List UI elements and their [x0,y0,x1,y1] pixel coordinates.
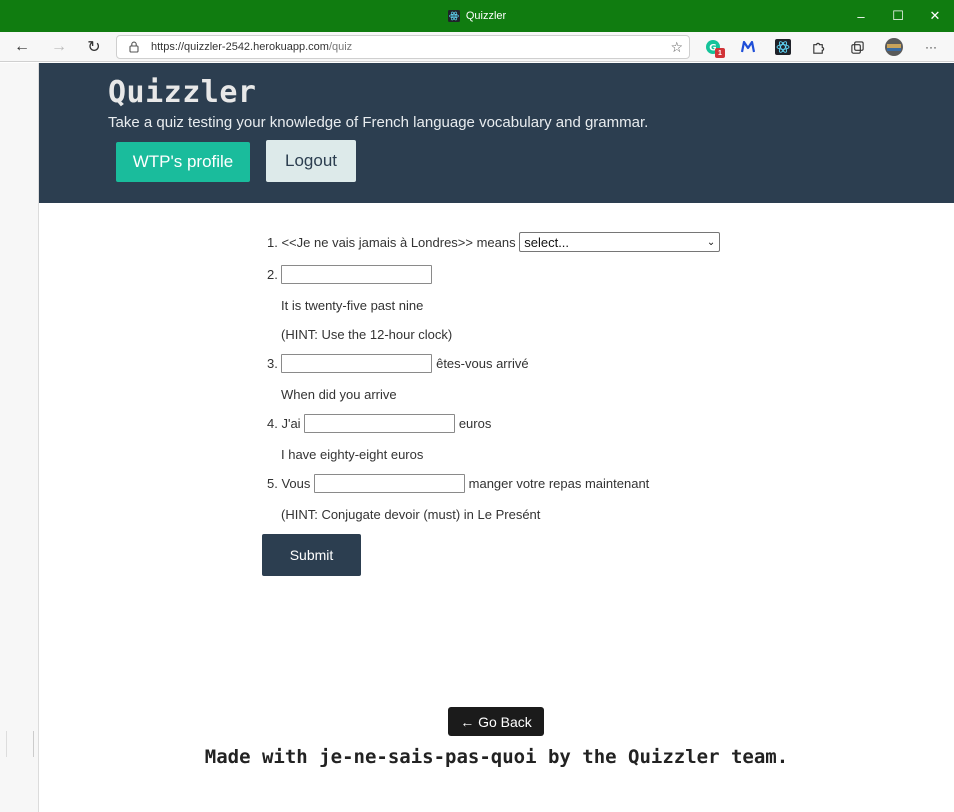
profile-button[interactable]: WTP's profile [116,142,250,182]
question-4: 4. J'ai euros [267,414,491,433]
browser-menu-button[interactable]: ··· [920,36,942,58]
question-prefix: Vous [281,476,311,491]
answer-input[interactable] [281,265,433,284]
question-suffix: euros [458,416,492,431]
page-footer: Made with je-ne-sais-pas-quoi by the Qui… [204,746,789,768]
close-window-button[interactable]: ✕ [917,0,953,32]
question-1: 1. <<Je ne vais jamais à Londres>> means… [267,232,721,252]
profile-avatar[interactable] [883,36,905,58]
question-translation: I have eighty-eight euros [281,447,424,462]
minimize-button[interactable]: – [843,0,879,32]
refresh-button[interactable]: ↻ [81,34,107,60]
page-header: Quizzler Take a quiz testing your knowle… [39,63,954,203]
question-2: 2. [267,265,433,284]
question-5: 5. Vous manger votre repas maintenant [267,474,649,493]
question-suffix: manger votre repas maintenant [468,476,650,491]
react-icon [447,10,460,22]
page-title: Quizzler [108,75,257,110]
maximize-button[interactable]: ☐ [880,0,916,32]
select-value: select... [524,234,570,250]
answer-input[interactable] [281,354,433,373]
extension-badge: 1 [715,48,725,58]
forward-button[interactable]: → [46,34,72,60]
go-back-button[interactable]: ← Go Back [448,707,544,736]
answer-select[interactable]: select... ⌄ [519,232,721,252]
extension-grammarly-icon[interactable]: G 1 [702,36,725,58]
browser-toolbar: ← → ↻ https://quizzler-2542.herokuapp.co… [0,32,954,62]
window-title-text: Quizzler [465,10,507,22]
left-sidebar [0,63,39,812]
page-subtitle: Take a quiz testing your knowledge of Fr… [108,114,649,131]
submit-button[interactable]: Submit [262,534,361,576]
question-translation: When did you arrive [281,387,397,402]
url-text: https://quizzler-2542.herokuapp.com/quiz [151,41,352,53]
extensions-puzzle-icon[interactable] [807,36,829,58]
question-prefix: J'ai [281,416,301,431]
address-bar[interactable]: https://quizzler-2542.herokuapp.com/quiz… [116,35,690,59]
window-titlebar: Quizzler – ☐ ✕ [0,0,954,32]
question-number: 3. [267,356,278,371]
answer-input[interactable] [304,414,456,433]
question-hint: (HINT: Conjugate devoir (must) in Le Pre… [281,507,541,522]
answer-input[interactable] [314,474,466,493]
question-prompt: <<Je ne vais jamais à Londres>> means [281,234,516,250]
window-title: Quizzler [0,0,954,32]
question-hint: (HINT: Use the 12-hour clock) [281,327,453,342]
url-host: https://quizzler-2542.herokuapp.com [151,41,329,53]
lock-icon [129,41,139,53]
chevron-down-icon: ⌄ [706,236,716,248]
extension-react-devtools-icon[interactable] [772,36,794,58]
question-number: 2. [267,267,278,282]
collections-icon[interactable] [846,36,868,58]
question-number: 1. [267,234,278,250]
question-number: 5. [267,476,278,491]
question-3: 3. êtes-vous arrivé [267,354,529,373]
add-favorite-icon[interactable]: ☆ [670,39,683,56]
question-number: 4. [267,416,278,431]
extension-m-icon[interactable] [737,36,759,58]
logout-button[interactable]: Logout [266,140,356,182]
question-suffix: êtes-vous arrivé [436,356,529,371]
url-path: /quiz [328,41,353,53]
question-translation: It is twenty-five past nine [281,298,424,313]
back-button[interactable]: ← [9,34,35,60]
